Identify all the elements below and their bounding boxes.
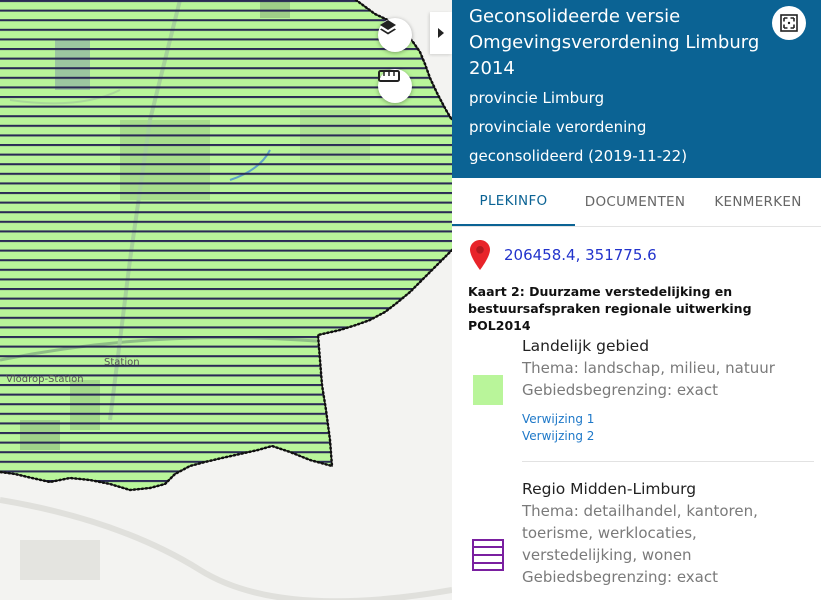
- legend-item-theme: Thema: landschap, milieu, natuur: [522, 359, 775, 377]
- info-panel: Geconsolideerde versie Omgevingsverorden…: [452, 0, 821, 600]
- location-row: 206458.4, 351775.6: [470, 238, 657, 272]
- panel-title: Geconsolideerde versie Omgevingsverorden…: [469, 6, 760, 79]
- collapse-panel-button[interactable]: [430, 12, 452, 54]
- map-canvas[interactable]: Station Vlodrop-Station: [0, 0, 452, 600]
- measure-button[interactable]: [378, 69, 412, 103]
- legend-swatch-regio: [472, 539, 504, 571]
- layers-icon: [380, 20, 396, 35]
- map-label-vlodrop-station: Vlodrop-Station: [6, 374, 84, 385]
- tab-documenten[interactable]: DOCUMENTEN: [575, 178, 695, 226]
- coordinates-value[interactable]: 206458.4, 351775.6: [504, 246, 657, 264]
- ruler-icon: [378, 70, 400, 82]
- panel-tabs: PLEKINFO DOCUMENTEN KENMERKEN: [452, 178, 821, 227]
- tab-plekinfo[interactable]: PLEKINFO: [452, 178, 575, 226]
- legend-item-name: Landelijk gebied: [522, 337, 650, 355]
- document-type-label: provinciale verordening: [469, 118, 647, 136]
- legend-divider: [522, 461, 814, 462]
- map-label-station: Station: [104, 357, 140, 368]
- legend-item-boundary: Gebiedsbegrenzing: exact: [522, 381, 719, 399]
- map-pin-icon: [470, 240, 490, 270]
- map-building-block: [20, 540, 100, 580]
- legend-item-theme-line: toerisme, werklocaties,: [522, 524, 697, 542]
- legend-item-boundary: Gebiedsbegrenzing: exact: [522, 568, 719, 586]
- panel-header: Geconsolideerde versie Omgevingsverorden…: [452, 0, 821, 178]
- legend-item-theme-line: verstedelijking, wonen: [522, 546, 692, 564]
- legend-item-theme-line: Thema: detailhandel, kantoren,: [522, 502, 758, 520]
- fullscreen-icon: [780, 14, 798, 32]
- status-label: geconsolideerd (2019-11-22): [469, 147, 688, 165]
- authority-label: provincie Limburg: [469, 89, 605, 107]
- kaart-title: Kaart 2: Duurzame verstedelijking en bes…: [468, 284, 752, 333]
- reference-link-2[interactable]: Verwijzing 2: [522, 429, 594, 443]
- layers-button[interactable]: [378, 18, 412, 52]
- tab-kenmerken[interactable]: KENMERKEN: [695, 178, 821, 226]
- reference-link-1[interactable]: Verwijzing 1: [522, 412, 594, 426]
- chevron-right-icon: [438, 28, 444, 38]
- legend-item-name: Regio Midden-Limburg: [522, 480, 697, 498]
- fullscreen-button[interactable]: [772, 6, 806, 40]
- legend-swatch-landelijk: [473, 375, 503, 405]
